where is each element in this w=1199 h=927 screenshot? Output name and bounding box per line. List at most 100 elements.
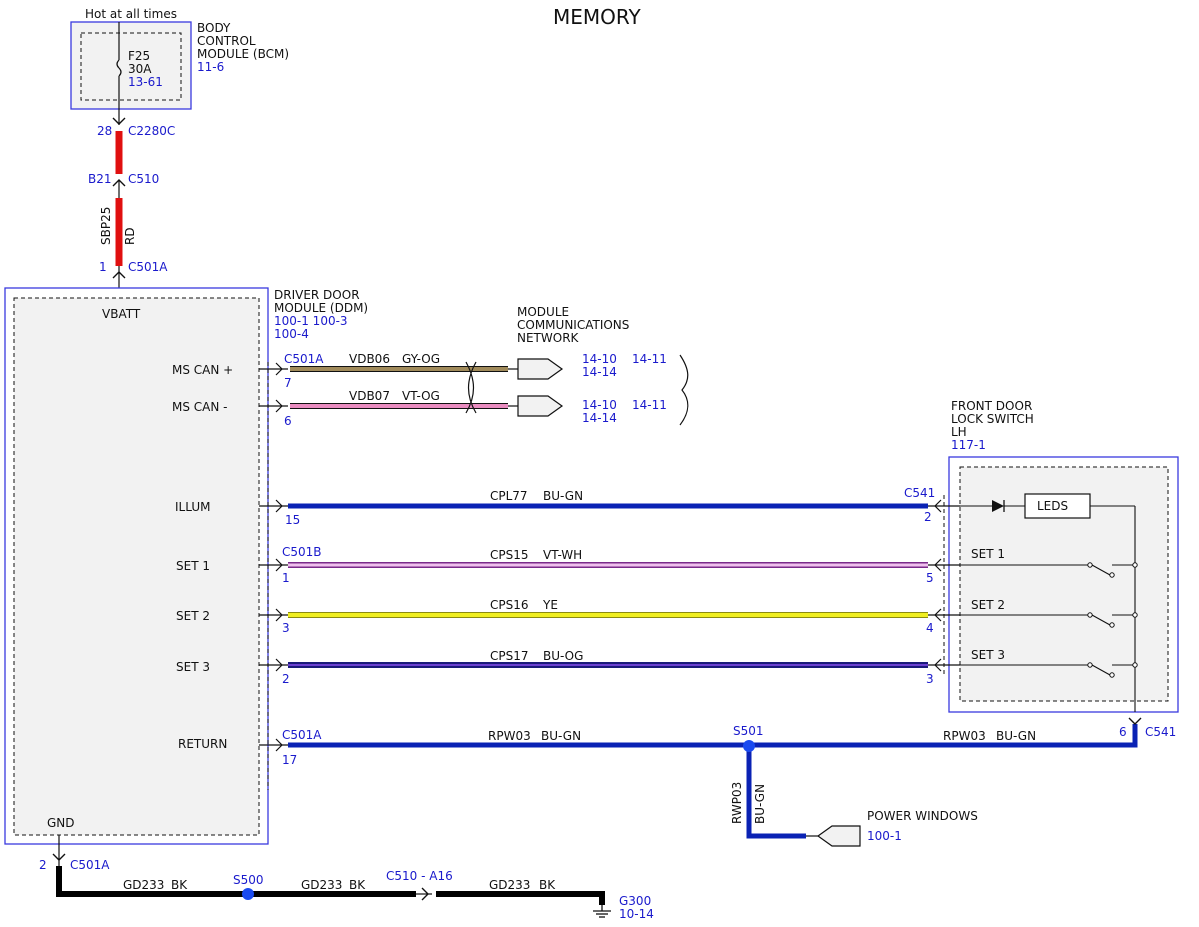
gnd-pin: 2 [39, 858, 47, 872]
gd233-color-1: BK [171, 878, 188, 892]
rpw03-right-color: BU-GN [996, 729, 1036, 743]
cps16-color: YE [542, 598, 558, 612]
can-minus-ref-b: 14-11 [632, 398, 667, 412]
c501a-feed-label: C501A [128, 260, 168, 274]
c541-top-label: C541 [904, 486, 935, 500]
cps15-circuit: CPS15 [490, 548, 529, 562]
switch-ref: 117-1 [951, 438, 986, 452]
ddm-vbatt-label: VBATT [102, 307, 141, 321]
c510-pin: B21 [88, 172, 112, 186]
s500-splice-dot [242, 888, 254, 900]
ddm-name-1: DRIVER DOOR [274, 288, 360, 302]
switch-name-3: LH [951, 425, 967, 439]
set1-pin-right: 5 [926, 571, 934, 585]
power-windows-connector[interactable] [816, 825, 861, 847]
gd233-color-3: BK [539, 878, 556, 892]
pin-label-return: RETURN [178, 737, 227, 751]
rwp03-branch-color: BU-GN [753, 784, 767, 824]
switch-set3-label: SET 3 [971, 648, 1005, 662]
power-windows-label: POWER WINDOWS [867, 809, 978, 823]
ddm-gnd-label: GND [47, 816, 75, 830]
s501-splice-dot [743, 740, 755, 752]
fuse-id: F25 [128, 49, 150, 63]
c541-bottom-label: C541 [1145, 725, 1176, 739]
can-plus-ref-b: 14-11 [632, 352, 667, 366]
ground-symbol-icon [593, 905, 611, 918]
return-conn: C501A [282, 728, 322, 742]
g300-ref: 10-14 [619, 907, 654, 921]
set1-pin-left: 1 [282, 571, 290, 585]
vdb07-color: VT-OG [402, 389, 440, 403]
cpl77-circuit: CPL77 [490, 489, 528, 503]
c501b-label: C501B [282, 545, 322, 559]
gd233-color-2: BK [349, 878, 366, 892]
rwp03-branch-circuit: RWP03 [730, 782, 744, 824]
network-brace [679, 354, 689, 426]
network-name-3: NETWORK [517, 331, 580, 345]
vdb06-circuit: VDB06 [349, 352, 390, 366]
vdb06-color: GY-OG [402, 352, 440, 366]
can-minus-pin: 6 [284, 414, 292, 428]
set3-pin-left: 2 [282, 672, 290, 686]
c2280c-label: C2280C [128, 124, 175, 138]
ddm-ref-1: 100-1 100-3 [274, 314, 348, 328]
ddm-inner-dashed [13, 297, 260, 836]
sbp25-color: RD [123, 227, 137, 245]
can-minus-connector[interactable] [517, 395, 564, 417]
can-minus-ref-a: 14-10 [582, 398, 617, 412]
can-plus-ref-c: 14-14 [582, 365, 617, 379]
fuse-amp: 30A [128, 62, 152, 76]
return-pin-left: 17 [282, 753, 297, 767]
fuse-ref: 13-61 [128, 75, 163, 89]
gnd-conn: C501A [70, 858, 110, 872]
gd233-circuit-1: GD233 [123, 878, 164, 892]
s501-label: S501 [733, 724, 764, 738]
network-name-2: COMMUNICATIONS [517, 318, 629, 332]
rpw03-left-circuit: RPW03 [488, 729, 531, 743]
pin-label-ms-can-minus: MS CAN - [172, 400, 228, 414]
switch-name-2: LOCK SWITCH [951, 412, 1034, 426]
illum-pin-right: 2 [924, 510, 932, 524]
cps16-circuit: CPS16 [490, 598, 529, 612]
cps15-color: VT-WH [543, 548, 582, 562]
bcm-ref: 11-6 [197, 60, 224, 74]
cpl77-color: BU-GN [543, 489, 583, 503]
hot-label: Hot at all times [85, 7, 177, 21]
gd233-wire-2[interactable] [436, 891, 605, 905]
power-windows-ref: 100-1 [867, 829, 902, 843]
s500-label: S500 [233, 873, 264, 887]
set3-pin-right: 3 [926, 672, 934, 686]
pin-label-set1: SET 1 [176, 559, 210, 573]
can-plus-connector[interactable] [517, 358, 564, 380]
cps17-circuit: CPS17 [490, 649, 529, 663]
c541-bottom-connector-symbol [1128, 717, 1142, 725]
pin-label-ms-can-plus: MS CAN + [172, 363, 233, 377]
wiring-diagram: MEMORY Hot at all times BODY CONTROL MOD… [4, 5, 1179, 921]
switch-set1-label: SET 1 [971, 547, 1005, 561]
illum-pin-left: 15 [285, 513, 300, 527]
gd233-circuit-2: GD233 [301, 878, 342, 892]
pin-label-set3: SET 3 [176, 660, 210, 674]
gd233-circuit-3: GD233 [489, 878, 530, 892]
c541-bottom-pin: 6 [1119, 725, 1127, 739]
sbp25-circuit: SBP25 [99, 207, 113, 245]
pin-label-illum: ILLUM [175, 500, 210, 514]
can-minus-ref-c: 14-14 [582, 411, 617, 425]
bcm-name-3: MODULE (BCM) [197, 47, 289, 61]
cps17-color: BU-OG [543, 649, 583, 663]
c510-label: C510 [128, 172, 159, 186]
c510-a16-label: C510 - A16 [386, 869, 453, 883]
bcm-name-1: BODY [197, 21, 231, 35]
pin-label-set2: SET 2 [176, 609, 210, 623]
switch-set2-label: SET 2 [971, 598, 1005, 612]
can-plus-ref-a: 14-10 [582, 352, 617, 366]
c2280c-pin: 28 [97, 124, 112, 138]
diagram-title: MEMORY [553, 5, 642, 29]
rpw03-left-color: BU-GN [541, 729, 581, 743]
bcm-name-2: CONTROL [197, 34, 256, 48]
leds-label: LEDS [1037, 499, 1068, 513]
ddm-ref-2: 100-4 [274, 327, 309, 341]
can-plus-conn: C501A [284, 352, 324, 366]
vdb07-circuit: VDB07 [349, 389, 390, 403]
set2-pin-right: 4 [926, 621, 934, 635]
